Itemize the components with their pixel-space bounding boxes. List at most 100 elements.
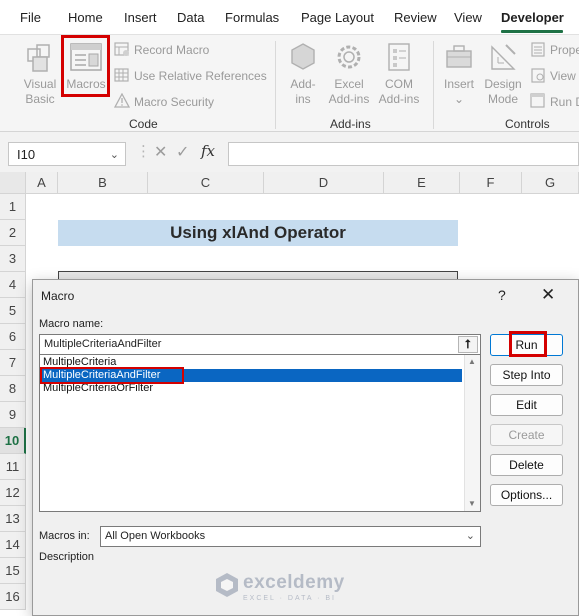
column-header-f[interactable]: F	[460, 172, 522, 194]
column-header-b[interactable]: B	[58, 172, 148, 194]
name-box-value: I10	[17, 147, 36, 162]
watermark-name: exceldemy	[243, 572, 345, 593]
properties-icon	[531, 42, 545, 57]
relative-references-icon	[114, 68, 129, 82]
list-scrollbar[interactable]: ▲ ▼	[464, 355, 480, 511]
row-header[interactable]: 5	[0, 298, 26, 324]
ribbon: Visual Basic Macros Record Macro Use Rel…	[0, 34, 579, 132]
row-header[interactable]: 2	[0, 220, 26, 246]
step-into-button[interactable]: Step Into	[490, 364, 563, 386]
enter-check-icon[interactable]: ✓	[176, 142, 189, 162]
column-header-d[interactable]: D	[264, 172, 384, 194]
design-mode-label-2: Mode	[487, 92, 519, 106]
tab-home[interactable]: Home	[68, 10, 103, 25]
row-header[interactable]: 1	[0, 194, 26, 220]
group-separator	[433, 41, 434, 129]
com-add-ins-label-2: Add-ins	[378, 92, 420, 106]
macros-highlight-box	[61, 35, 110, 97]
column-header-c[interactable]: C	[148, 172, 264, 194]
selected-item-highlight-box	[40, 367, 184, 384]
sheet-title-cell[interactable]: Using xlAnd Operator	[58, 220, 458, 246]
tab-file[interactable]: File	[20, 10, 41, 25]
tab-formulas[interactable]: Formulas	[225, 10, 279, 25]
column-header-e[interactable]: E	[384, 172, 460, 194]
name-box[interactable]: I10 ⌄	[8, 142, 126, 166]
com-add-ins-icon	[388, 43, 410, 71]
record-macro-icon	[114, 42, 129, 56]
row-header[interactable]: 6	[0, 324, 26, 350]
row-header[interactable]: 8	[0, 376, 26, 402]
dialog-title: Macro	[41, 289, 75, 303]
gear-icon	[337, 45, 361, 69]
row-header[interactable]: 3	[0, 246, 26, 272]
row-header[interactable]: 13	[0, 506, 26, 532]
toolbox-icon	[446, 45, 472, 68]
tab-view[interactable]: View	[454, 10, 482, 25]
tab-insert[interactable]: Insert	[124, 10, 157, 25]
ribbon-tabs: File Home Insert Data Formulas Page Layo…	[0, 0, 579, 34]
tab-review[interactable]: Review	[394, 10, 437, 25]
column-header-a[interactable]: A	[26, 172, 58, 194]
macro-name-label: Macro name:	[39, 318, 104, 330]
add-ins-icon	[291, 43, 315, 70]
delete-button[interactable]: Delete	[490, 454, 563, 476]
row-header[interactable]: 12	[0, 480, 26, 506]
visual-basic-icon	[27, 44, 50, 72]
row-header-selected[interactable]: 10	[0, 428, 26, 454]
close-icon[interactable]: ✕	[541, 285, 555, 305]
exceldemy-watermark: exceldemy EXCEL · DATA · BI	[213, 568, 373, 608]
macro-list[interactable]: MultipleCriteria MultipleCriteriaAndFilt…	[39, 354, 481, 512]
active-tab-indicator	[501, 30, 563, 33]
tab-data[interactable]: Data	[177, 10, 204, 25]
macro-security-label: Macro Security	[134, 95, 215, 109]
row-header[interactable]: 15	[0, 558, 26, 584]
macro-name-value: MultipleCriteriaAndFilter	[44, 338, 162, 350]
row-header[interactable]: 9	[0, 402, 26, 428]
visual-basic-label-2: Basic	[25, 92, 55, 106]
code-group-label: Code	[129, 117, 158, 131]
insert-function-icon[interactable]: fx	[201, 142, 215, 160]
tab-page-layout[interactable]: Page Layout	[301, 10, 374, 25]
controls-group-label: Controls	[505, 117, 550, 131]
row-header[interactable]: 4	[0, 272, 26, 298]
design-mode-label-1: Design	[484, 77, 522, 91]
arrow-up-icon[interactable]: ⭡	[458, 336, 478, 353]
chevron-down-icon[interactable]: ⌄	[110, 148, 119, 161]
macros-in-label: Macros in:	[39, 530, 90, 542]
visual-basic-label-1: Visual	[23, 77, 57, 91]
com-add-ins-label-1: COM	[385, 77, 413, 91]
exceldemy-logo-icon	[216, 573, 238, 597]
formula-bar: I10 ⌄ ⋮ ✕ ✓ fx	[0, 132, 579, 172]
properties-label: Prope	[550, 43, 579, 57]
options-button[interactable]: Options...	[490, 484, 563, 506]
design-mode-icon	[491, 44, 516, 70]
create-button[interactable]: Create	[490, 424, 563, 446]
formula-input[interactable]	[228, 142, 579, 166]
macro-dialog: Macro ? ✕ Macro name: MultipleCriteriaAn…	[32, 279, 579, 616]
row-header[interactable]: 11	[0, 454, 26, 480]
edit-button[interactable]: Edit	[490, 394, 563, 416]
excel-add-ins-label-1: Excel	[334, 77, 364, 91]
help-icon[interactable]: ?	[498, 287, 506, 303]
macro-name-input[interactable]: MultipleCriteriaAndFilter	[39, 334, 481, 355]
chevron-down-icon[interactable]: ⌄	[466, 529, 475, 542]
view-code-label: View	[550, 69, 576, 83]
more-options-icon: ⋮	[136, 143, 151, 160]
run-dialog-label: Run D	[550, 95, 579, 109]
chevron-down-icon: ⌄	[453, 92, 465, 106]
excel-add-ins-label-2: Add-ins	[328, 92, 370, 106]
add-ins-label-2: ins	[295, 92, 311, 106]
select-all-corner[interactable]	[0, 172, 26, 194]
cancel-icon[interactable]: ✕	[154, 142, 167, 162]
row-header[interactable]: 16	[0, 584, 26, 610]
scroll-down-icon[interactable]: ▼	[468, 499, 476, 508]
row-header[interactable]: 7	[0, 350, 26, 376]
tab-developer[interactable]: Developer	[501, 10, 564, 25]
column-header-g[interactable]: G	[522, 172, 579, 194]
insert-controls-label: Insert	[443, 77, 474, 91]
row-header[interactable]: 14	[0, 532, 26, 558]
use-relative-references-label: Use Relative References	[134, 69, 267, 83]
scroll-up-icon[interactable]: ▲	[468, 357, 476, 366]
group-separator	[275, 41, 276, 129]
macros-in-select[interactable]: All Open Workbooks ⌄	[100, 526, 481, 547]
